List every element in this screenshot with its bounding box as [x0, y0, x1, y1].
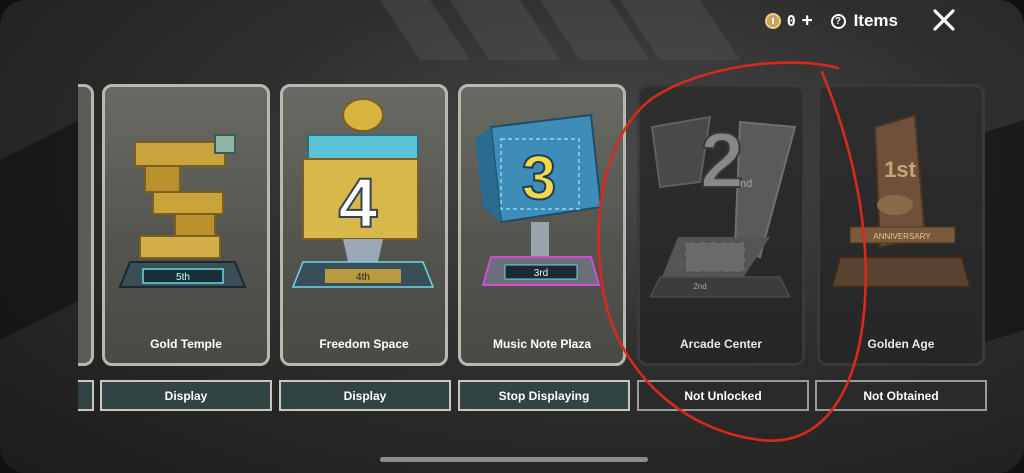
- home-indicator[interactable]: [380, 457, 648, 462]
- freedom-space-trophy: 4 4th: [291, 98, 435, 288]
- display-button-freedom-space[interactable]: Display: [279, 380, 451, 411]
- stop-displaying-button-music-note-plaza[interactable]: Stop Displaying: [458, 380, 630, 411]
- rank-label-3rd: 3rd: [534, 268, 548, 279]
- freedom-number: 4: [339, 164, 378, 242]
- arcade-number: 2: [700, 116, 743, 204]
- items-label: Items: [853, 11, 898, 30]
- card-name: Golden Age: [867, 337, 935, 351]
- coin-icon: [764, 13, 781, 29]
- card-music-note-plaza[interactable]: 3 3rd Music Note Plaza: [458, 84, 626, 366]
- top-bar: 0 + ? Items: [764, 8, 898, 34]
- display-button-gold-temple[interactable]: Display: [100, 380, 272, 411]
- not-unlocked-button-arcade-center[interactable]: Not Unlocked: [637, 380, 809, 411]
- card-name: Arcade Center: [679, 337, 763, 351]
- golden-number: 1st: [884, 157, 916, 182]
- gold-temple-trophy: 5th: [118, 134, 247, 288]
- arcade-small: nd: [740, 178, 752, 190]
- currency-display[interactable]: 0 +: [764, 12, 813, 30]
- card-arcade-center[interactable]: 2 nd 2nd Arcade Center: [637, 84, 805, 366]
- golden-banner: ANNIVERSARY: [873, 232, 931, 241]
- partial-button[interactable]: [78, 380, 94, 411]
- add-currency-button[interactable]: +: [802, 12, 813, 30]
- not-obtained-button-golden-age[interactable]: Not Obtained: [815, 380, 987, 411]
- currency-value: 0: [786, 12, 796, 30]
- screen: 0 + ? Items 5th Gold Temple Display 4 4t…: [0, 0, 1024, 473]
- card-golden-age[interactable]: 1st ANNIVERSARY Golden Age: [817, 84, 985, 366]
- music-number: 3: [522, 144, 556, 213]
- items-button[interactable]: ? Items: [830, 11, 898, 31]
- close-icon: [933, 9, 955, 31]
- rank-label-4th: 4th: [356, 272, 370, 283]
- card-freedom-space[interactable]: 4 4th Freedom Space: [280, 84, 448, 366]
- question-circle-icon: ?: [830, 13, 846, 29]
- card-name: Music Note Plaza: [492, 337, 592, 351]
- rank-label-5th: 5th: [176, 272, 190, 283]
- partial-card: [78, 84, 94, 366]
- arcade-center-trophy: 2 nd 2nd: [649, 115, 797, 298]
- golden-age-trophy: 1st ANNIVERSARY: [830, 113, 972, 288]
- card-name: Gold Temple: [150, 337, 222, 351]
- card-gold-temple[interactable]: 5th Gold Temple: [102, 84, 270, 366]
- close-button[interactable]: [932, 8, 956, 32]
- rank-label-2nd: 2nd: [693, 282, 706, 291]
- music-note-plaza-trophy: 3 3rd: [475, 113, 603, 286]
- card-name: Freedom Space: [319, 337, 409, 351]
